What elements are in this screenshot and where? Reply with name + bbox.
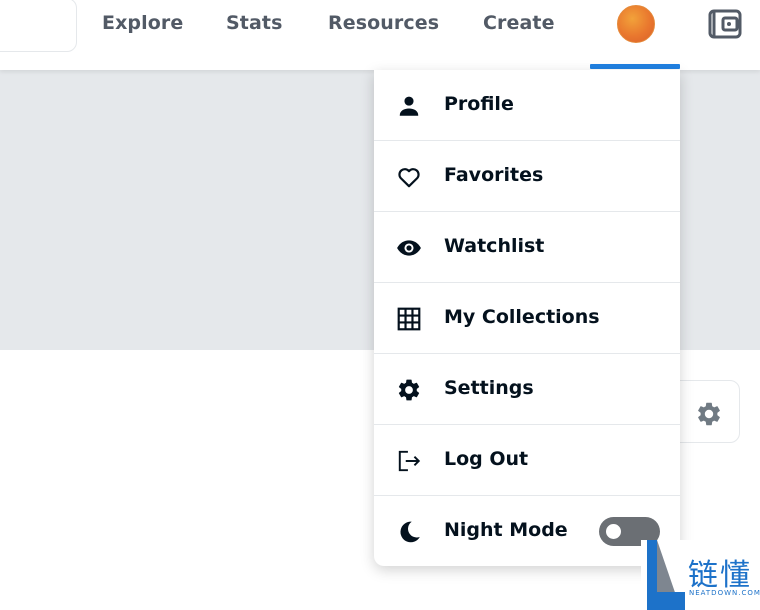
- moon-icon: [400, 521, 420, 543]
- menu-item-profile[interactable]: Profile: [374, 70, 680, 141]
- avatar[interactable]: [617, 5, 655, 43]
- toggle-knob: [606, 524, 621, 539]
- nav-explore[interactable]: Explore: [102, 12, 183, 34]
- watermark-en-text: NEATDOWN.COM: [689, 589, 760, 597]
- wallet-icon[interactable]: [708, 8, 742, 40]
- menu-item-my-collections[interactable]: My Collections: [374, 283, 680, 354]
- menu-label: Night Mode: [444, 519, 568, 541]
- menu-label: Profile: [444, 93, 514, 115]
- menu-label: Settings: [444, 377, 534, 399]
- nav-resources[interactable]: Resources: [328, 12, 439, 34]
- grid-icon: [397, 307, 421, 331]
- logo-mark: [647, 540, 685, 610]
- eye-icon: [397, 240, 421, 256]
- search-input[interactable]: [0, 0, 77, 52]
- person-icon: [399, 96, 419, 116]
- menu-label: Log Out: [444, 448, 529, 470]
- nav-create[interactable]: Create: [483, 12, 555, 34]
- menu-label: My Collections: [444, 306, 600, 328]
- watermark-cn-text: 链懂: [688, 558, 752, 593]
- account-dropdown-menu: Profile Favorites Watchlist My Collectio…: [374, 70, 680, 566]
- top-nav-bar: Explore Stats Resources Create: [0, 0, 760, 70]
- watermark-logo: 链懂 NEATDOWN.COM: [641, 540, 760, 610]
- menu-label: Favorites: [444, 164, 544, 186]
- menu-item-favorites[interactable]: Favorites: [374, 141, 680, 212]
- menu-item-watchlist[interactable]: Watchlist: [374, 212, 680, 283]
- avatar-active-indicator: [590, 64, 680, 69]
- gear-icon: [698, 402, 720, 426]
- gear-icon: [398, 379, 420, 401]
- menu-item-night-mode[interactable]: Night Mode: [374, 496, 680, 566]
- menu-item-settings[interactable]: Settings: [374, 354, 680, 425]
- nav-stats[interactable]: Stats: [226, 12, 282, 34]
- heart-icon: [398, 168, 420, 188]
- logout-icon: [398, 450, 421, 472]
- menu-label: Watchlist: [444, 235, 545, 257]
- menu-item-log-out[interactable]: Log Out: [374, 425, 680, 496]
